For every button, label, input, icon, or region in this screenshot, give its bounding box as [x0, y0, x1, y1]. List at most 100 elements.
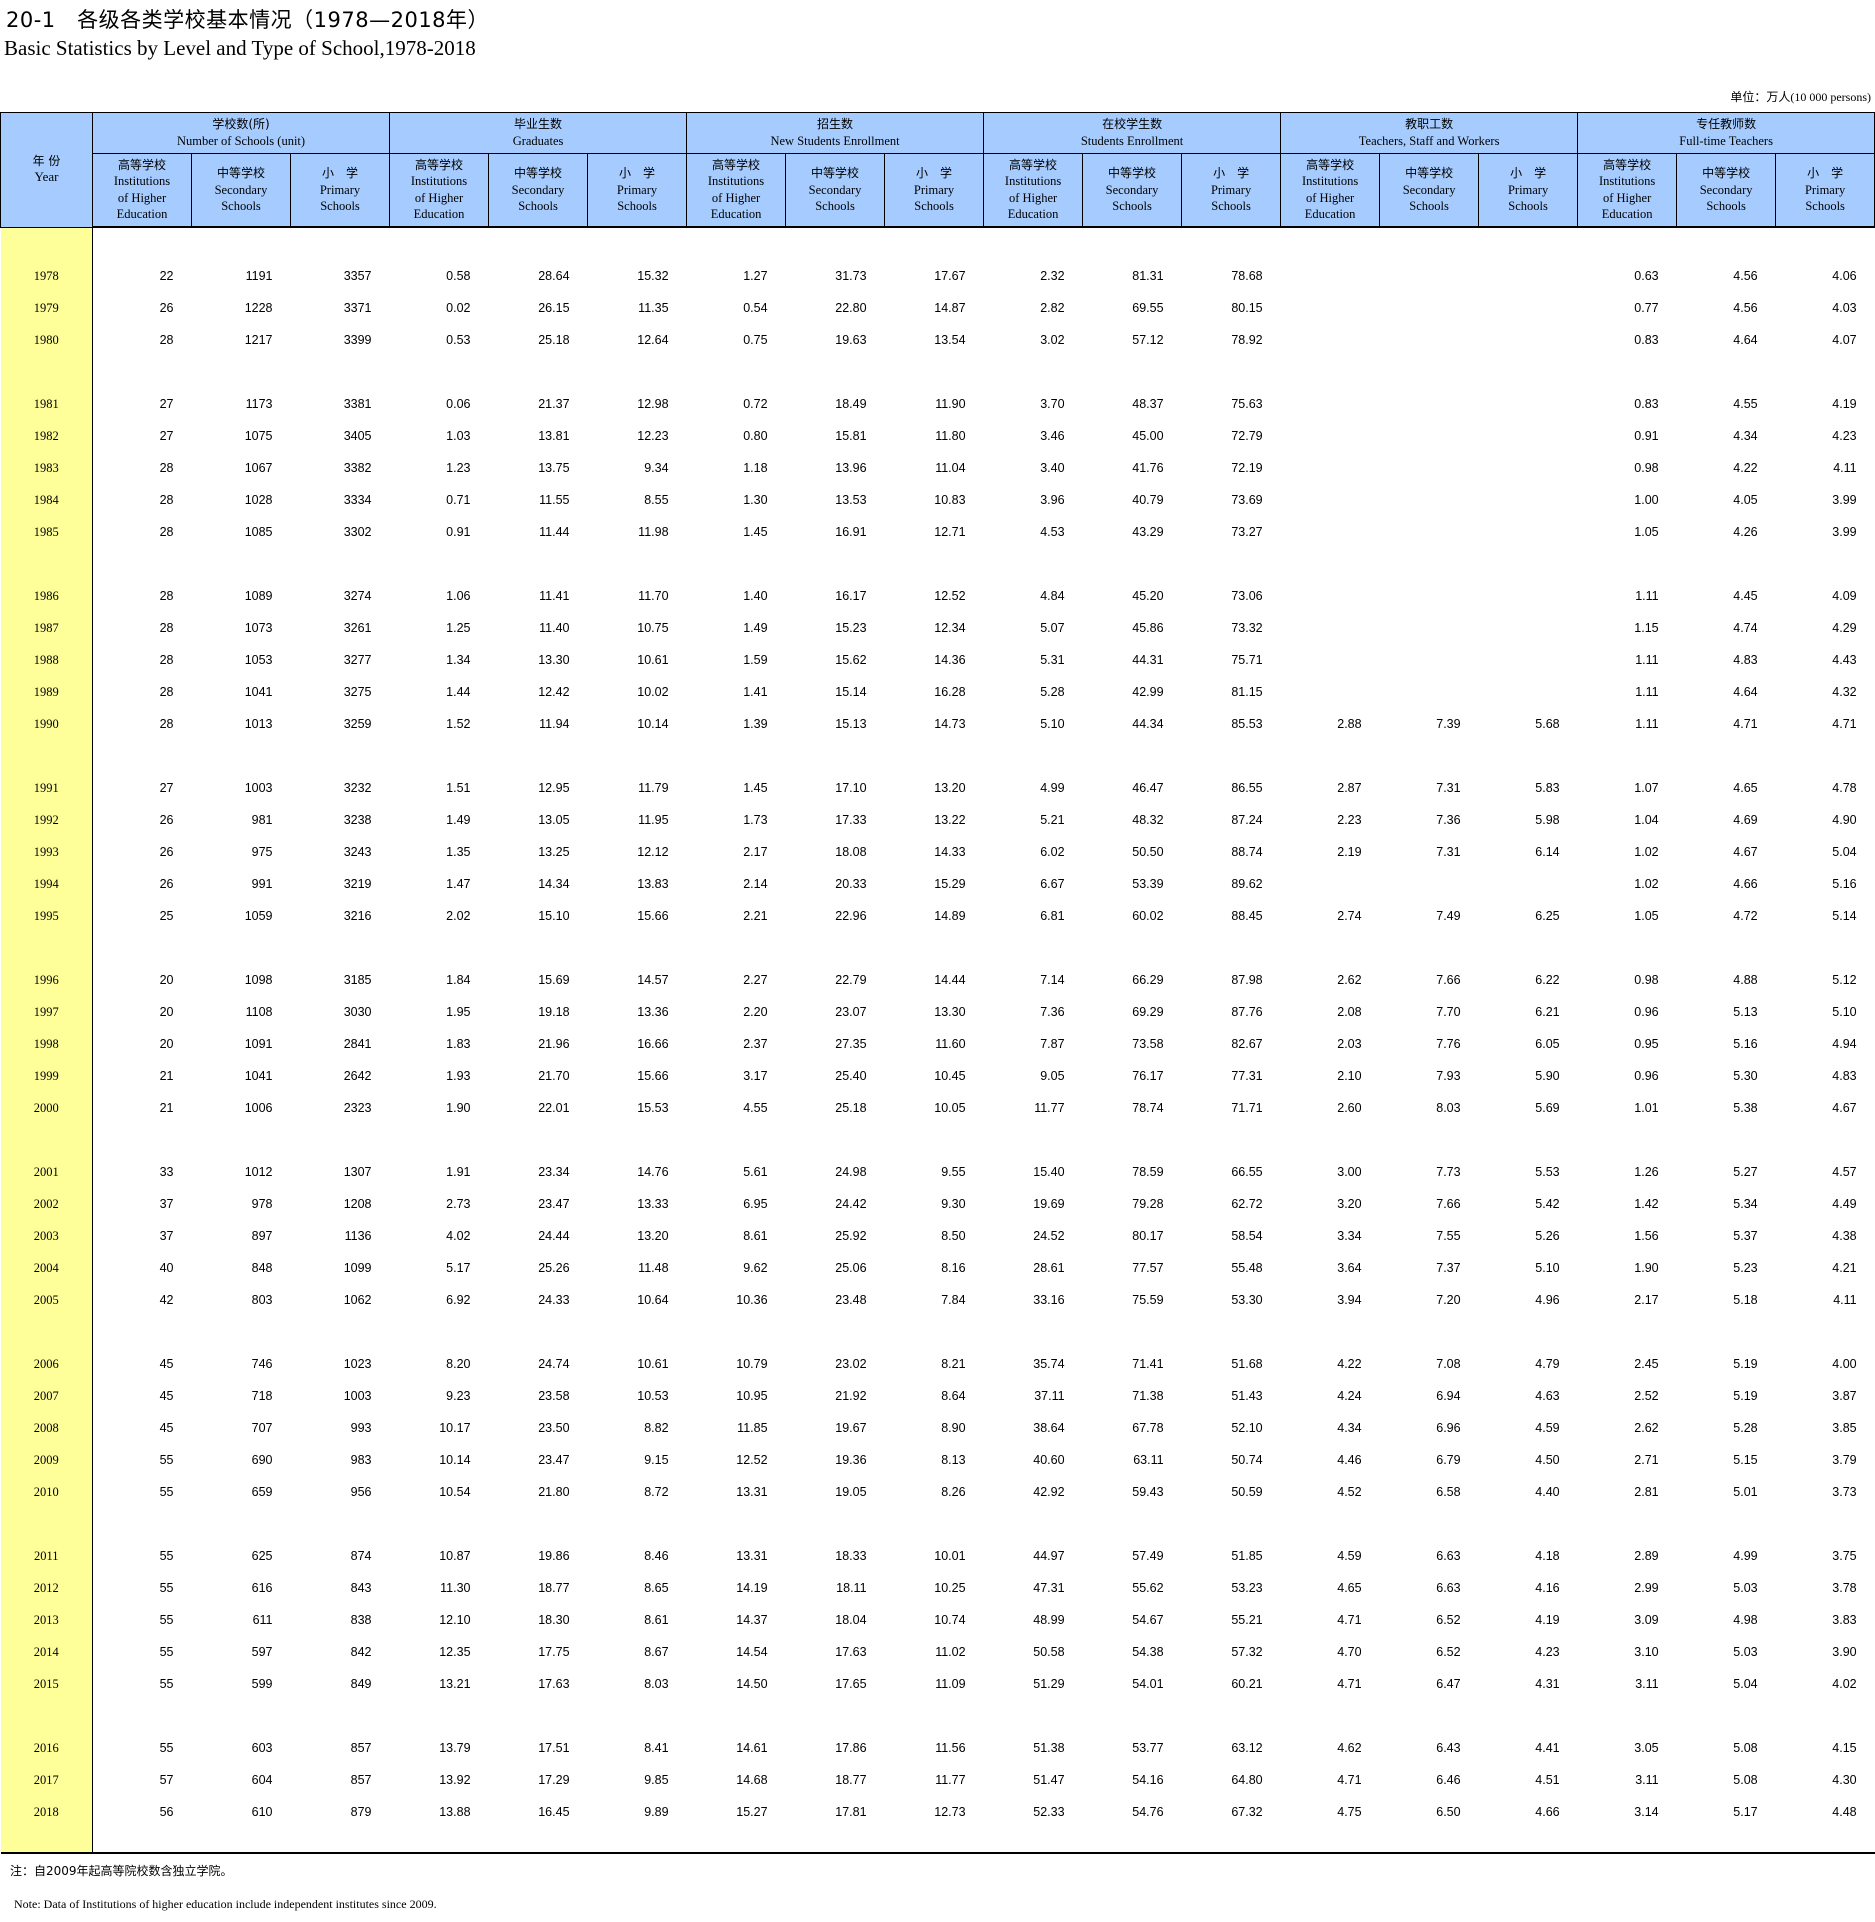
table-cell: 6.25 — [1535, 909, 1560, 923]
sub-header-primary-schools: 小 学 Primary Schools — [587, 153, 688, 228]
table-cell: 4.71 — [1337, 1773, 1362, 1787]
table-cell: 24.44 — [538, 1229, 570, 1243]
table-cell: 993 — [350, 1421, 372, 1435]
table-cell: 1217 — [244, 333, 273, 347]
year-cell — [0, 932, 93, 964]
table-cell: 55.21 — [1231, 1613, 1263, 1627]
table-cell: 3.09 — [1634, 1613, 1659, 1627]
table-cell: 1099 — [343, 1261, 372, 1275]
table-cell: 6.81 — [1040, 909, 1065, 923]
table-cell: 21.70 — [538, 1069, 570, 1083]
spacer-row — [0, 227, 1875, 260]
sub-header-line: 中等学校 — [1702, 165, 1751, 180]
table-cell: 3381 — [343, 397, 372, 411]
table-cell: 4.38 — [1832, 1229, 1857, 1243]
table-cell: 0.91 — [1634, 429, 1659, 443]
table-cell — [1380, 484, 1479, 516]
table-cell: 1.23 — [446, 461, 471, 475]
table-cell: 5.19 — [1733, 1389, 1758, 1403]
table-cell: 4.00 — [1832, 1357, 1857, 1371]
table-cell: 1136 — [344, 1229, 372, 1243]
table-cell: 10.95 — [736, 1389, 768, 1403]
table-row: 1994 26 991 3219 1.47 14.34 13.83 2.14 20.33 15.2… — [0, 868, 1875, 900]
sub-header-higher-education: 高等学校 Institutions of Higher Education — [686, 153, 787, 228]
table-cell: 17.75 — [538, 1645, 570, 1659]
table-cell: 9.05 — [1040, 1069, 1065, 1083]
table-cell: 25.40 — [835, 1069, 867, 1083]
group-header-en: Graduates — [512, 133, 564, 148]
table-cell: 1059 — [244, 909, 273, 923]
table-cell: 18.08 — [835, 845, 867, 859]
table-cell — [1380, 388, 1479, 420]
year-cell: 1983 — [0, 452, 93, 484]
table-cell: 3.94 — [1337, 1293, 1362, 1307]
table-cell: 11.44 — [539, 525, 570, 539]
sub-header-line: 高等学校 — [1009, 157, 1058, 172]
table-cell: 73.32 — [1231, 621, 1263, 635]
sub-header-line: Secondary — [1699, 182, 1753, 197]
table-cell: 3238 — [343, 813, 372, 827]
table-cell: 13.83 — [637, 877, 669, 891]
table-cell: 3371 — [343, 301, 372, 315]
table-cell: 13.30 — [934, 1005, 966, 1019]
group-header-teachers: 专任教师数 Full-time Teachers — [1577, 112, 1875, 154]
spacer-row — [0, 1316, 1875, 1348]
table-cell: 53.39 — [1132, 877, 1164, 891]
table-cell: 11.40 — [539, 621, 570, 635]
table-cell: 87.24 — [1231, 813, 1263, 827]
year-cell: 2000 — [0, 1092, 93, 1124]
year-cell: 2011 — [0, 1540, 93, 1572]
table-cell: 19.67 — [835, 1421, 867, 1435]
group-header-schools: 学校数(所) Number of Schools (unit) — [91, 112, 391, 154]
table-cell: 15.81 — [835, 429, 867, 443]
table-cell: 50.58 — [1033, 1645, 1065, 1659]
table-cell: 5.90 — [1535, 1069, 1560, 1083]
table-cell: 5.17 — [1733, 1805, 1758, 1819]
table-cell: 20 — [159, 1037, 174, 1051]
table-cell: 72.79 — [1231, 429, 1263, 443]
table-cell — [1380, 580, 1479, 612]
year-cell: 2004 — [0, 1252, 93, 1284]
table-cell: 43.29 — [1132, 525, 1164, 539]
table-cell: 12.10 — [439, 1613, 471, 1627]
table-cell: 1.05 — [1634, 909, 1659, 923]
table-cell: 21.37 — [538, 397, 570, 411]
table-cell: 23.07 — [835, 1005, 867, 1019]
year-cell: 1996 — [0, 964, 93, 996]
table-cell: 10.53 — [637, 1389, 669, 1403]
table-cell: 4.72 — [1733, 909, 1758, 923]
table-cell: 610 — [251, 1805, 273, 1819]
spacer-cell — [93, 1316, 1875, 1348]
table-cell: 4.22 — [1733, 461, 1758, 475]
sub-header-line: 小 学 — [1510, 165, 1547, 180]
table-cell: 5.98 — [1535, 813, 1560, 827]
table-cell: 1.15 — [1634, 621, 1659, 635]
table-cell: 3277 — [343, 653, 372, 667]
table-cell: 41.76 — [1132, 461, 1164, 475]
table-cell: 2.02 — [446, 909, 471, 923]
table-cell: 4.90 — [1832, 813, 1857, 827]
table-cell: 28 — [159, 333, 174, 347]
table-row: 2007 45 718 1003 9.23 23.58 10.53 10.95 21.92 8.6… — [0, 1380, 1875, 1412]
table-cell: 3302 — [343, 525, 372, 539]
table-cell: 6.50 — [1436, 1805, 1461, 1819]
table-cell: 2.99 — [1634, 1581, 1659, 1595]
table-cell: 55 — [159, 1677, 174, 1691]
table-cell: 3.40 — [1040, 461, 1065, 475]
year-cell: 2014 — [0, 1636, 93, 1668]
year-cell: 2006 — [0, 1348, 93, 1380]
table-cell: 17.86 — [835, 1741, 867, 1755]
table-cell: 7.39 — [1436, 717, 1461, 731]
table-cell: 13.92 — [439, 1773, 471, 1787]
table-cell: 8.67 — [644, 1645, 669, 1659]
table-cell: 1091 — [244, 1037, 273, 1051]
sub-header-line: Secondary — [808, 182, 862, 197]
table-cell: 4.24 — [1337, 1389, 1362, 1403]
table-cell — [1281, 260, 1380, 292]
table-cell: 857 — [350, 1741, 372, 1755]
table-cell: 81.31 — [1132, 269, 1164, 283]
table-cell: 21.92 — [835, 1389, 867, 1403]
year-cell — [0, 1700, 93, 1732]
table-cell: 4.49 — [1832, 1197, 1857, 1211]
year-cell: 2001 — [0, 1156, 93, 1188]
